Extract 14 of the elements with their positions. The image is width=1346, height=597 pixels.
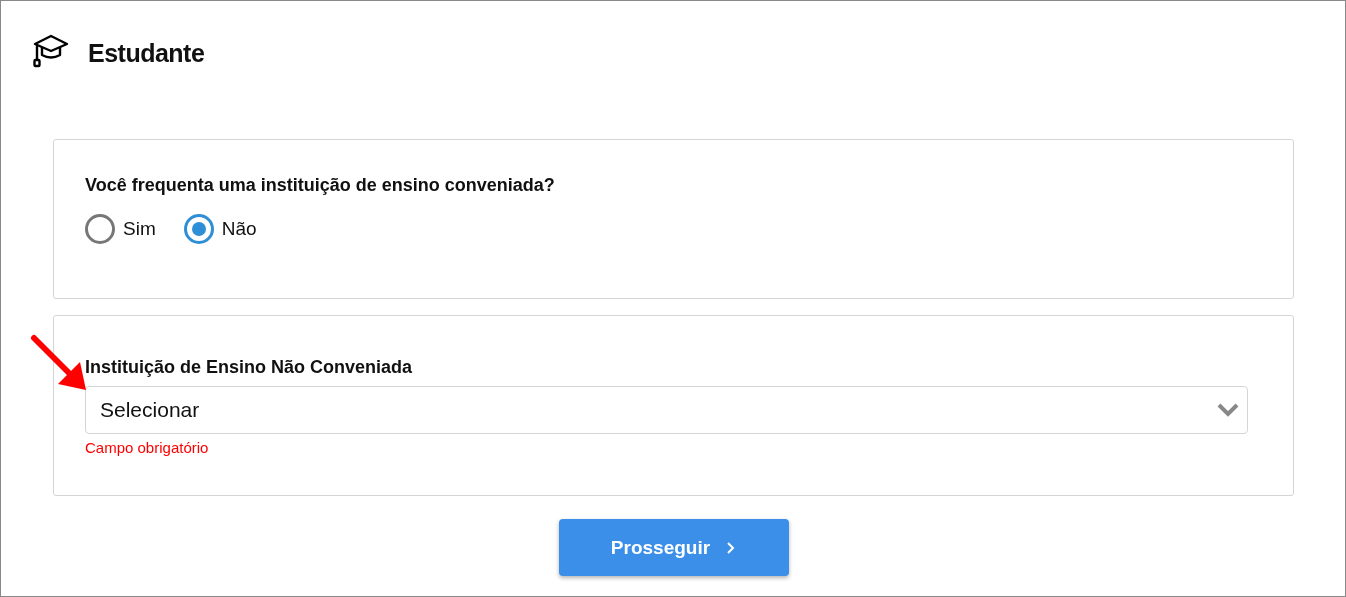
chevron-down-icon	[1217, 403, 1239, 417]
question-text: Você frequenta uma instituição de ensino conveniada?	[85, 175, 556, 196]
radio-label: Não	[221, 218, 257, 240]
radio-option[interactable]: Não	[183, 214, 257, 244]
chevron-right-icon	[726, 540, 737, 555]
page-title: Estudante	[88, 38, 205, 68]
error-message: Campo obrigatório	[85, 439, 210, 456]
field-label: Instituição de Ensino Não Conveniada	[85, 357, 414, 378]
radio-option[interactable]: Sim	[85, 214, 156, 244]
select-field[interactable]: Selecionar	[85, 386, 1248, 434]
radio-button[interactable]	[85, 214, 115, 244]
graduation-cap-icon	[32, 34, 70, 68]
radio-button[interactable]	[183, 214, 214, 244]
radio-label: Sim	[123, 218, 156, 240]
